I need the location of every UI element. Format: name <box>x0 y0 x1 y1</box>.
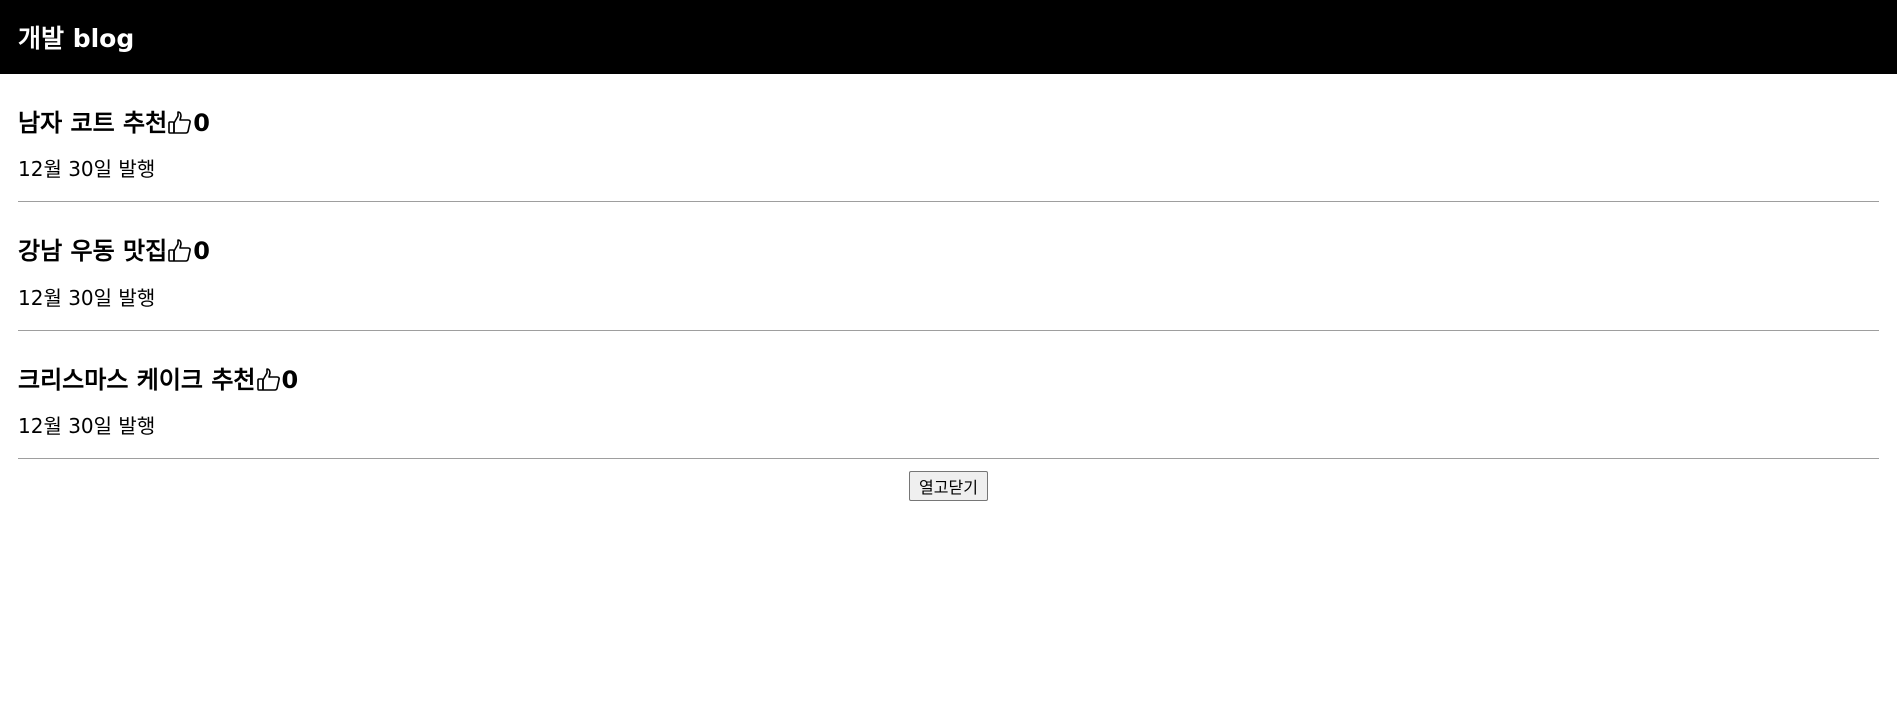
post-title-row: 강남 우동 맛집 0 <box>18 202 1879 264</box>
list-item: 크리스마스 케이크 추천 0 12월 30일 발행 <box>18 331 1879 460</box>
post-date: 12월 30일 발행 <box>18 157 156 182</box>
post-title-row: 크리스마스 케이크 추천 0 <box>18 331 1879 393</box>
thumbs-up-icon[interactable] <box>167 110 193 136</box>
site-title: 개발 blog <box>18 24 135 53</box>
post-date: 12월 30일 발행 <box>18 414 156 439</box>
post-title[interactable]: 남자 코트 추천 <box>18 109 167 137</box>
like-count: 0 <box>281 365 299 394</box>
post-title-row: 남자 코트 추천 0 <box>18 74 1879 136</box>
like-count: 0 <box>193 109 210 137</box>
list-item: 남자 코트 추천 0 12월 30일 발행 <box>18 74 1879 203</box>
post-title[interactable]: 강남 우동 맛집 <box>18 237 167 265</box>
list-item: 강남 우동 맛집 0 12월 30일 발행 <box>18 202 1879 331</box>
post-title[interactable]: 크리스마스 케이크 추천 <box>18 366 256 394</box>
thumbs-up-icon[interactable] <box>167 238 193 264</box>
like-count: 0 <box>193 237 210 266</box>
thumbs-up-icon[interactable] <box>256 367 282 393</box>
post-list: 남자 코트 추천 0 12월 30일 발행 강남 우동 맛집 0 12월 30일 발… <box>0 74 1897 502</box>
post-date: 12월 30일 발행 <box>18 285 156 310</box>
top-nav: 개발 blog <box>0 0 1897 74</box>
button-row: 열고닫기 <box>18 459 1879 502</box>
toggle-button[interactable]: 열고닫기 <box>909 471 988 502</box>
